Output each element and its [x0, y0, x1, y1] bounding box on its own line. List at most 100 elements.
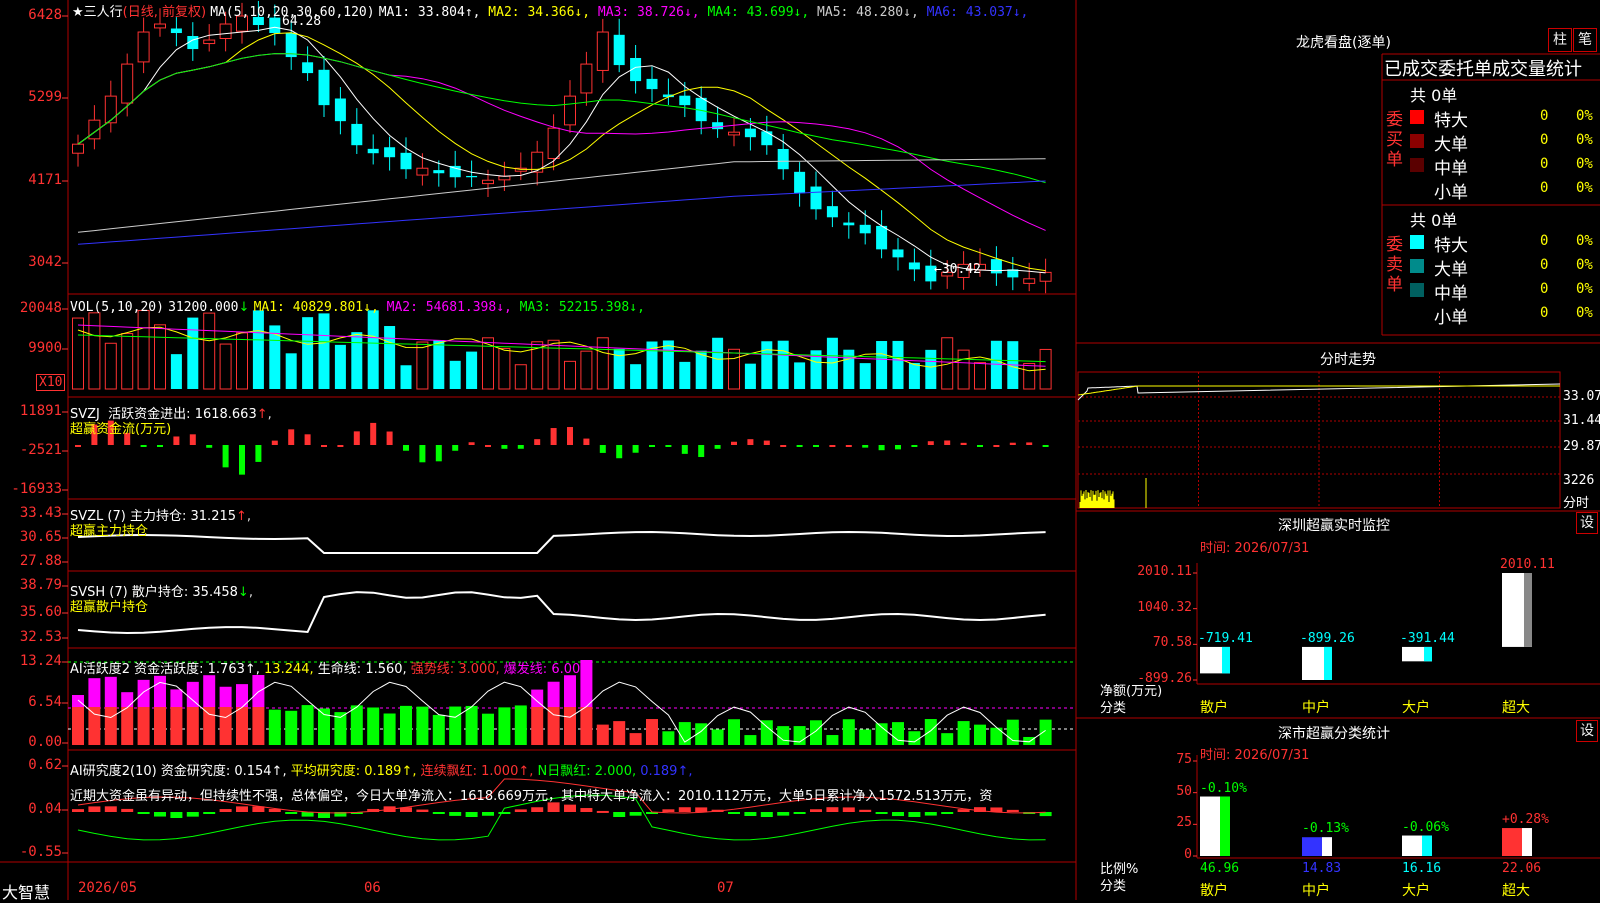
tick-mode-button[interactable]: 笔 — [1573, 28, 1597, 52]
stats-bar-shade — [1422, 835, 1432, 856]
research-bar — [432, 812, 445, 814]
research-bar — [744, 812, 757, 816]
activity-bar-hot — [121, 692, 134, 707]
stats-delta-label: -0.10% — [1200, 780, 1247, 796]
stats-title: 深市超赢分类统计 — [1278, 726, 1390, 742]
volume-bar-down — [712, 337, 724, 389]
y-tick-label: 6.54 — [28, 694, 62, 710]
stats-delta-label: +0.28% — [1502, 812, 1549, 828]
research-bar — [482, 812, 494, 816]
ma5-line — [77, 158, 1046, 233]
order-total: 共 0单 — [1410, 86, 1458, 105]
activity-bar-hot — [203, 675, 216, 707]
order-count: 0 — [1540, 281, 1549, 297]
volume-bar-down — [318, 313, 330, 389]
ma1-line — [77, 26, 1046, 274]
activity-bar-green — [400, 705, 412, 745]
candle-up — [203, 39, 216, 45]
stats-settings-button[interactable]: 设 — [1576, 720, 1598, 742]
flow-bar — [993, 445, 1000, 447]
activity-bar-green — [367, 707, 380, 745]
volume-bar-up — [154, 324, 166, 390]
volume-bar-down — [170, 354, 182, 389]
research-bar — [104, 806, 117, 812]
monitor-settings-button[interactable]: 设 — [1576, 512, 1598, 534]
candle-up — [547, 127, 560, 159]
flow-bar — [944, 440, 951, 445]
candle-up — [121, 63, 134, 104]
flow-bar — [419, 445, 426, 463]
monitor-bar-shade — [1424, 646, 1432, 662]
candle-up — [72, 143, 84, 154]
monitor-xlabel: 分类 — [1100, 701, 1127, 716]
research-bar — [564, 804, 576, 812]
flow-bar — [1042, 445, 1049, 447]
stats-time: 时间: 2026/07/31 — [1200, 748, 1310, 763]
y-tick-label: 32.53 — [19, 629, 62, 645]
research-bar — [186, 812, 199, 817]
flow-bar — [616, 445, 623, 459]
ma3-line — [77, 53, 1046, 231]
research-bar — [859, 809, 872, 812]
activity-bar-green — [498, 707, 511, 745]
research-bar — [875, 812, 888, 814]
flow-bar — [583, 438, 590, 445]
activity-bar-red — [137, 707, 150, 745]
ai2-comment: 近期大资金虽有异动，但持续性不强，总体偏空，今日大单净流入：1618.669万元… — [70, 789, 993, 804]
volume-bar-up — [88, 312, 101, 390]
activity-bar-green — [449, 706, 462, 745]
flow-bar — [681, 445, 688, 454]
volume-bar-down — [384, 326, 396, 389]
activity-bar-green — [744, 735, 757, 745]
candle-up — [1039, 271, 1052, 282]
monitor-category-label: 中户 — [1302, 700, 1330, 716]
flow-bar — [1009, 442, 1016, 445]
activity-bar-green — [859, 729, 872, 745]
monitor-category-label: 超大 — [1502, 700, 1530, 716]
indicator-value-4: 0.189↑, — [636, 764, 693, 779]
candle-down — [367, 148, 379, 154]
monitor-category-label: 大户 — [1402, 700, 1430, 716]
research-bar — [580, 808, 593, 812]
stats-delta-label: -0.13% — [1302, 821, 1349, 837]
stats-value-label: 22.06 — [1502, 861, 1542, 876]
y-tick-label: 4171 — [28, 172, 62, 188]
indicator-value-1: 13.244, — [259, 662, 314, 677]
flow-bar — [813, 445, 819, 447]
bar-mode-button[interactable]: 柱 — [1548, 28, 1572, 52]
activity-bar-green — [662, 731, 675, 745]
order-percent: 0% — [1576, 156, 1593, 172]
volume-bar-up — [974, 362, 986, 390]
candle-up — [1023, 278, 1036, 284]
volume-bar-down — [859, 363, 871, 389]
activity-bar-hot — [104, 676, 117, 707]
volume-bar-up — [203, 312, 216, 390]
y-tick-label: 33.43 — [19, 505, 62, 521]
volume-bar-down — [695, 350, 707, 389]
volume-bar-down — [662, 340, 674, 389]
order-count: 0 — [1540, 233, 1549, 249]
research-bar — [760, 812, 773, 817]
intraday-y-label: 29.87 — [1563, 439, 1600, 454]
flow-bar — [567, 427, 573, 445]
order-type: 特大 — [1434, 236, 1468, 256]
candle-down — [908, 262, 920, 270]
indicator-value-5: MA6: 43.037↓, — [918, 5, 1029, 20]
y-tick-label: 0.04 — [28, 801, 62, 817]
activity-bar-green — [514, 705, 527, 745]
flow-bar — [222, 445, 229, 468]
monitor-time: 时间: 2026/07/31 — [1200, 541, 1310, 556]
chart-period: (日线, 前复权) — [122, 5, 207, 20]
research-bar — [465, 812, 478, 817]
flow-bar — [485, 445, 491, 447]
activity-bar-red — [236, 707, 248, 745]
volume-bar-up — [219, 343, 232, 390]
candle-up — [564, 95, 576, 126]
stats-xlabel: 分类 — [1100, 879, 1127, 894]
volume-bar-down — [679, 361, 691, 389]
volume-bar-up — [1023, 362, 1036, 390]
activity-bar-red — [219, 707, 232, 745]
flow-bar — [239, 445, 245, 475]
research-bar — [728, 812, 740, 814]
activity-bar-hot — [547, 681, 560, 707]
